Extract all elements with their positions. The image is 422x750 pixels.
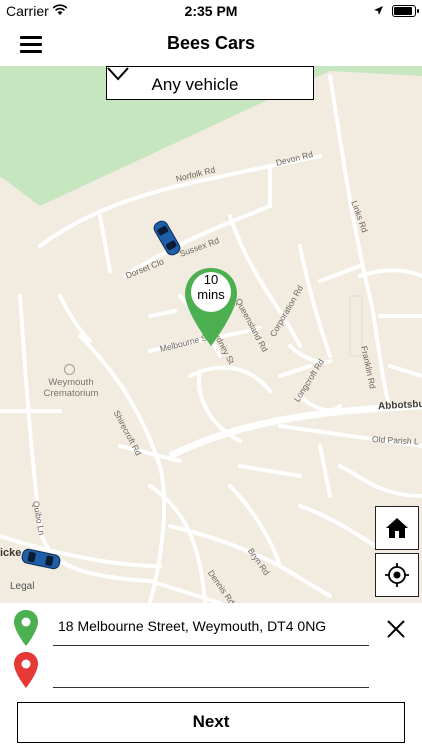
status-bar: Carrier 2:35 PM: [0, 0, 422, 22]
chevron-down-icon: [107, 67, 129, 81]
pickup-address-value: 18 Melbourne Street, Weymouth, DT4 0NG: [58, 618, 327, 634]
booking-panel: 18 Melbourne Street, Weymouth, DT4 0NG N…: [0, 603, 422, 750]
app-title: Bees Cars: [166, 33, 256, 53]
eta-unit: mins: [197, 287, 225, 302]
crematorium-icon: [64, 364, 75, 375]
poi-label: Weymouth Crematorium: [28, 377, 114, 399]
pickup-marker-icon: [14, 610, 38, 646]
clear-pickup-button[interactable]: [384, 617, 408, 641]
poi-name-line2: Crematorium: [43, 388, 99, 399]
eta-value: 10: [203, 272, 219, 287]
vehicle-type-value: Any vehicle: [151, 75, 239, 94]
vehicle-type-dropdown[interactable]: Any vehicle: [106, 66, 314, 100]
map-view[interactable]: Norfolk Rd Devon Rd Links Rd Dorset Clo …: [0, 66, 422, 603]
battery-icon: [392, 5, 419, 17]
home-button[interactable]: [375, 506, 419, 550]
legal-link[interactable]: Legal: [10, 581, 34, 592]
nav-bar: Bees Cars: [0, 22, 422, 66]
eta-label: 10 mins: [183, 270, 239, 302]
pickup-address-field[interactable]: 18 Melbourne Street, Weymouth, DT4 0NG: [53, 611, 369, 646]
street-label-main: Abbotsbu: [377, 398, 422, 413]
location-arrow-icon: [374, 6, 383, 15]
locate-me-button[interactable]: [375, 553, 419, 597]
dropoff-marker-icon: [14, 652, 38, 688]
pickup-pin[interactable]: 10 mins: [183, 266, 239, 350]
home-icon: [386, 518, 408, 538]
poi-name-line1: Weymouth: [48, 377, 94, 388]
next-button[interactable]: Next: [17, 702, 405, 743]
car-icon[interactable]: [150, 218, 184, 258]
dropoff-address-field[interactable]: [53, 653, 369, 688]
clock: 2:35 PM: [184, 3, 238, 19]
car-icon[interactable]: [18, 542, 64, 576]
crosshair-icon: [385, 563, 409, 587]
